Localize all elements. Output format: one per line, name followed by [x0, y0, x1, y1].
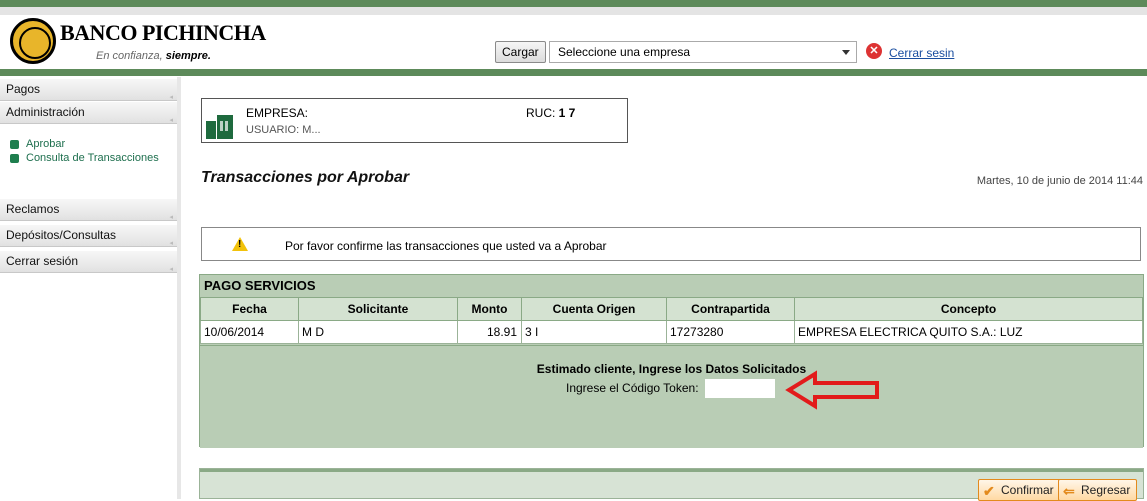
sidebar-item-reclamos[interactable]: Reclamos ◂	[0, 199, 177, 221]
submenu-item-label: Consulta de Transacciones	[26, 152, 159, 164]
column-header: Monto	[457, 297, 522, 321]
submenu-item-consulta[interactable]: Consulta de Transacciones	[10, 152, 170, 165]
check-icon: ✔	[983, 483, 995, 499]
sidebar-item-label: Cerrar sesión	[6, 254, 79, 268]
header-gray-stripe	[0, 7, 1147, 15]
column-header: Solicitante	[298, 297, 458, 321]
token-panel: Estimado cliente, Ingrese los Datos Soli…	[200, 345, 1143, 448]
sidebar-divider	[177, 77, 181, 499]
sidebar-item-depositos[interactable]: Depósitos/Consultas ◂	[0, 225, 177, 247]
confirm-button[interactable]: ✔ Confirmar	[978, 479, 1061, 501]
arrow-icon: ◂	[169, 266, 173, 273]
logout-link[interactable]: Cerrar sesin	[889, 46, 954, 60]
table-header-row: Fecha Solicitante Monto Cuenta Origen Co…	[200, 297, 1143, 321]
arrow-icon: ◂	[169, 117, 173, 124]
company-name: EMPRESA:	[246, 106, 309, 120]
cell-contrapartida: 17273280	[666, 320, 795, 344]
factory-icon	[204, 111, 236, 139]
sidebar-item-label: Administración	[6, 105, 85, 119]
column-header: Concepto	[794, 297, 1143, 321]
services-panel: PAGO SERVICIOS Fecha Solicitante Monto C…	[199, 274, 1144, 448]
ruc-value: 1 7	[558, 106, 576, 120]
sidebar-item-administracion[interactable]: Administración ◂	[0, 102, 177, 124]
services-title: PAGO SERVICIOS	[204, 278, 316, 293]
company-info-box: EMPRESA: USUARIO: M... RUC: 1 7	[201, 98, 628, 143]
header-top-stripe	[0, 0, 1147, 7]
load-button[interactable]: Cargar	[495, 41, 546, 63]
ruc-label: RUC:	[526, 106, 559, 120]
back-label: Regresar	[1081, 483, 1131, 497]
cell-fecha: 10/06/2014	[200, 320, 299, 344]
cell-concepto: EMPRESA ELECTRICA QUITO S.A.: LUZ	[794, 320, 1143, 344]
page-date: Martes, 10 de junio de 2014 11:44	[976, 175, 1143, 187]
ruc: RUC: 1 7	[526, 106, 575, 120]
sidebar-item-label: Pagos	[6, 82, 41, 96]
token-input[interactable]	[705, 379, 775, 398]
page-title: Transacciones por Aprobar	[201, 169, 410, 186]
submenu-item-label: Aprobar	[26, 138, 66, 150]
tagline-bold: siempre.	[165, 50, 211, 62]
bullet-icon	[10, 154, 19, 163]
column-header: Contrapartida	[666, 297, 795, 321]
token-label: Ingrese el Código Token:	[566, 381, 699, 395]
user-name: USUARIO: M...	[246, 124, 321, 136]
action-bar: ✔ Confirmar ⇐ Regresar	[199, 468, 1144, 501]
bank-logo[interactable]: BANCO PICHINCHA En confianza, siempre.	[8, 18, 266, 66]
sidebar-item-label: Reclamos	[6, 202, 60, 216]
cell-cuenta-origen: 3 I	[521, 320, 667, 344]
sidebar-submenu: Aprobar Consulta de Transacciones	[10, 138, 170, 166]
notice-box: Por favor confirme las transacciones que…	[201, 227, 1141, 261]
header: BANCO PICHINCHA En confianza, siempre. C…	[0, 0, 1147, 76]
company-select-value: Seleccione una empresa	[558, 45, 691, 59]
chevron-down-icon	[842, 50, 850, 55]
submenu-item-aprobar[interactable]: Aprobar	[10, 138, 170, 151]
arrow-back-icon: ⇐	[1063, 483, 1075, 499]
column-header: Cuenta Origen	[521, 297, 667, 321]
tagline-prefix: En confianza,	[96, 50, 166, 62]
bank-emblem-icon	[10, 18, 56, 64]
cell-monto: 18.91	[457, 320, 522, 344]
column-header: Fecha	[200, 297, 299, 321]
warning-icon	[232, 237, 248, 251]
cell-solicitante: M D	[298, 320, 458, 344]
header-bottom-stripe	[0, 69, 1147, 76]
table-row: 10/06/2014 M D 18.91 3 I 17273280 EMPRES…	[200, 320, 1143, 344]
arrow-left-icon	[785, 370, 879, 410]
notice-text: Por favor confirme las transacciones que…	[285, 239, 607, 253]
company-select[interactable]: Seleccione una empresa	[549, 41, 857, 63]
sidebar-item-cerrar-sesion[interactable]: Cerrar sesión ◂	[0, 251, 177, 273]
transactions-table: Fecha Solicitante Monto Cuenta Origen Co…	[200, 297, 1143, 344]
brand-tagline: En confianza, siempre.	[96, 50, 211, 62]
token-title: Estimado cliente, Ingrese los Datos Soli…	[536, 362, 807, 376]
brand-name: BANCO PICHINCHA	[60, 20, 266, 45]
sidebar-item-pagos[interactable]: Pagos ◂	[0, 79, 177, 101]
sidebar-item-label: Depósitos/Consultas	[6, 228, 117, 242]
bullet-icon	[10, 140, 19, 149]
back-button[interactable]: ⇐ Regresar	[1058, 479, 1138, 501]
confirm-label: Confirmar	[1001, 483, 1054, 497]
close-icon[interactable]: ✕	[866, 43, 882, 59]
